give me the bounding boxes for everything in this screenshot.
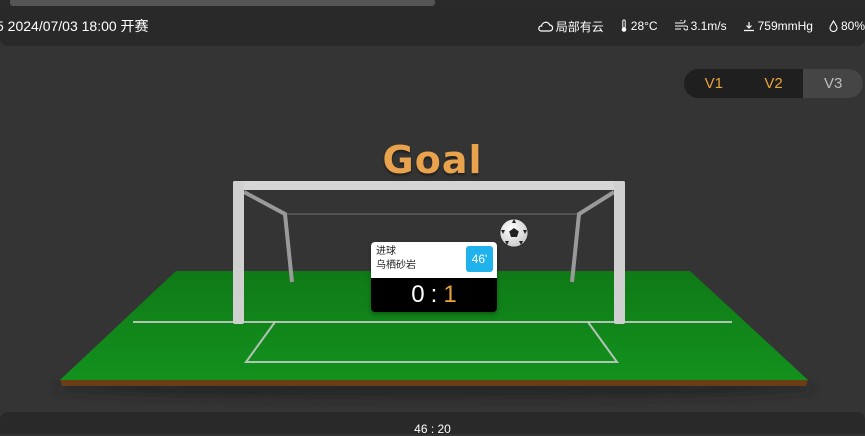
- goal-title: Goal: [382, 138, 483, 182]
- event-score: 0 : 1: [371, 278, 497, 312]
- version-v1-button[interactable]: V1: [684, 69, 744, 98]
- home-score: 0: [411, 281, 425, 308]
- event-card-header: 进球 乌栖砂岩 46': [371, 242, 497, 278]
- football-icon: [499, 218, 529, 248]
- pitch-scene: [55, 181, 815, 398]
- version-switch: V1 V2 V3: [684, 69, 863, 98]
- away-score: 1: [443, 281, 457, 308]
- score-separator: :: [430, 281, 438, 308]
- pitch-soil-edge: [60, 379, 808, 386]
- event-minute-badge: 46': [466, 246, 493, 272]
- goal-event-card: 进球 乌栖砂岩 46' 0 : 1: [371, 242, 497, 312]
- version-v3-button[interactable]: V3: [803, 69, 863, 98]
- version-v2-button[interactable]: V2: [744, 69, 804, 98]
